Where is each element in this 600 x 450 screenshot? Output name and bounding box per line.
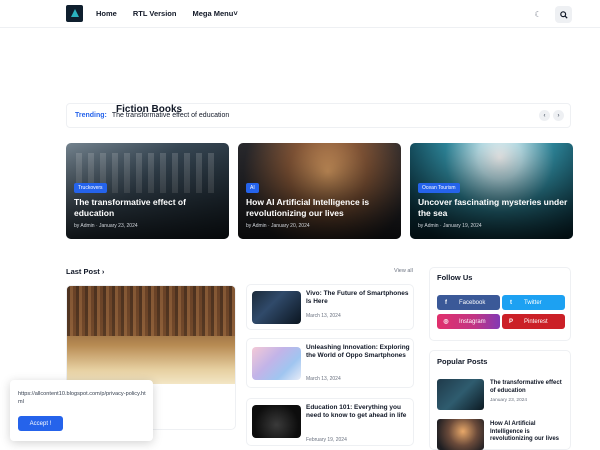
hero-tag[interactable]: AI bbox=[246, 183, 259, 193]
view-all-link[interactable]: View all bbox=[394, 268, 413, 274]
post-title[interactable]: Vivo: The Future of Smartphones Is Here bbox=[306, 290, 412, 306]
follow-us-title: Follow Us bbox=[437, 273, 473, 282]
search-icon bbox=[559, 10, 568, 19]
hero-card-sea[interactable]: Ocean Tourism Uncover fascinating myster… bbox=[410, 143, 573, 239]
pinterest-button[interactable]: P Pinterest bbox=[502, 314, 565, 329]
facebook-button[interactable]: f Facebook bbox=[437, 295, 500, 310]
featured-post-title[interactable]: Fiction Books bbox=[116, 104, 182, 115]
facebook-icon: f bbox=[445, 299, 447, 306]
post-date: February 19, 2024 bbox=[306, 437, 347, 443]
hero-meta: by Admin · January 23, 2024 bbox=[74, 223, 138, 229]
twitter-icon: t bbox=[510, 299, 512, 306]
top-navbar: Home RTL Version Mega Menu˅ ☾ bbox=[0, 0, 600, 28]
hero-tag[interactable]: Truckovers bbox=[74, 183, 107, 193]
featured-post-image bbox=[67, 286, 235, 384]
hero-title[interactable]: How AI Artificial Intelligence is revolu… bbox=[246, 197, 396, 219]
accept-cookie-button[interactable]: Accept ! bbox=[18, 416, 63, 431]
nav-mega-menu-label: Mega Menu bbox=[192, 9, 234, 18]
logo-icon[interactable] bbox=[66, 5, 83, 22]
chevron-left-icon: ‹ bbox=[543, 112, 546, 119]
trending-next-button[interactable]: › bbox=[553, 110, 564, 121]
twitter-button[interactable]: t Twitter bbox=[502, 295, 565, 310]
search-button[interactable] bbox=[555, 6, 572, 23]
popular-post-thumbnail[interactable] bbox=[437, 419, 484, 450]
post-thumbnail bbox=[252, 405, 301, 438]
chevron-right-icon: › bbox=[557, 112, 560, 119]
hero-card-education[interactable]: Truckovers The transformative effect of … bbox=[66, 143, 229, 239]
post-title[interactable]: Unleashing Innovation: Exploring the Wor… bbox=[306, 344, 412, 360]
popular-post-date: January 23, 2024 bbox=[490, 398, 528, 403]
post-date: March 13, 2024 bbox=[306, 376, 341, 382]
pinterest-icon: P bbox=[508, 318, 513, 325]
instagram-button[interactable]: ◎ Instagram bbox=[437, 314, 500, 329]
post-date: March 13, 2024 bbox=[306, 313, 341, 319]
chevron-down-icon: ˅ bbox=[233, 9, 238, 18]
list-item[interactable]: Education 101: Everything you need to kn… bbox=[246, 398, 414, 446]
cookie-policy-link[interactable]: https://allcontent10.blogspot.com/p/priv… bbox=[18, 390, 146, 406]
hero-title[interactable]: Uncover fascinating mysteries under the … bbox=[418, 197, 568, 219]
pinterest-label: Pinterest bbox=[524, 318, 548, 325]
popular-post-title[interactable]: The transformative effect of education bbox=[490, 380, 568, 395]
twitter-label: Twitter bbox=[524, 299, 542, 306]
post-thumbnail bbox=[252, 291, 301, 324]
list-item[interactable]: Vivo: The Future of Smartphones Is Here … bbox=[246, 284, 414, 330]
trending-prev-button[interactable]: ‹ bbox=[539, 110, 550, 121]
nav-rtl-version[interactable]: RTL Version bbox=[133, 9, 177, 18]
hero-meta: by Admin · January 19, 2024 bbox=[418, 223, 482, 229]
instagram-icon: ◎ bbox=[443, 319, 449, 325]
post-thumbnail bbox=[252, 347, 301, 380]
facebook-label: Facebook bbox=[459, 299, 486, 306]
list-item[interactable]: Unleashing Innovation: Exploring the Wor… bbox=[246, 338, 414, 388]
hero-title[interactable]: The transformative effect of education bbox=[74, 197, 224, 219]
nav-mega-menu[interactable]: Mega Menu˅ bbox=[192, 9, 237, 18]
chevron-right-icon: › bbox=[99, 267, 105, 276]
cookie-consent-popup: https://allcontent10.blogspot.com/p/priv… bbox=[10, 380, 153, 441]
moon-icon[interactable]: ☾ bbox=[531, 8, 545, 22]
popular-post-thumbnail[interactable] bbox=[437, 379, 484, 410]
post-title[interactable]: Education 101: Everything you need to kn… bbox=[306, 404, 412, 420]
hero-tag[interactable]: Ocean Tourism bbox=[418, 183, 460, 193]
trending-label: Trending: bbox=[75, 112, 107, 119]
instagram-label: Instagram bbox=[459, 318, 486, 325]
main-nav: Home RTL Version Mega Menu˅ bbox=[96, 9, 238, 18]
hero-meta: by Admin · January 20, 2024 bbox=[246, 223, 310, 229]
last-post-heading[interactable]: Last Post › bbox=[66, 267, 104, 276]
hero-card-ai[interactable]: AI How AI Artificial Intelligence is rev… bbox=[238, 143, 401, 239]
nav-home[interactable]: Home bbox=[96, 9, 117, 18]
popular-posts-title: Popular Posts bbox=[437, 357, 488, 366]
last-post-title: Last Post bbox=[66, 267, 100, 276]
popular-post-title[interactable]: How AI Artificial Intelligence is revolu… bbox=[490, 421, 568, 444]
